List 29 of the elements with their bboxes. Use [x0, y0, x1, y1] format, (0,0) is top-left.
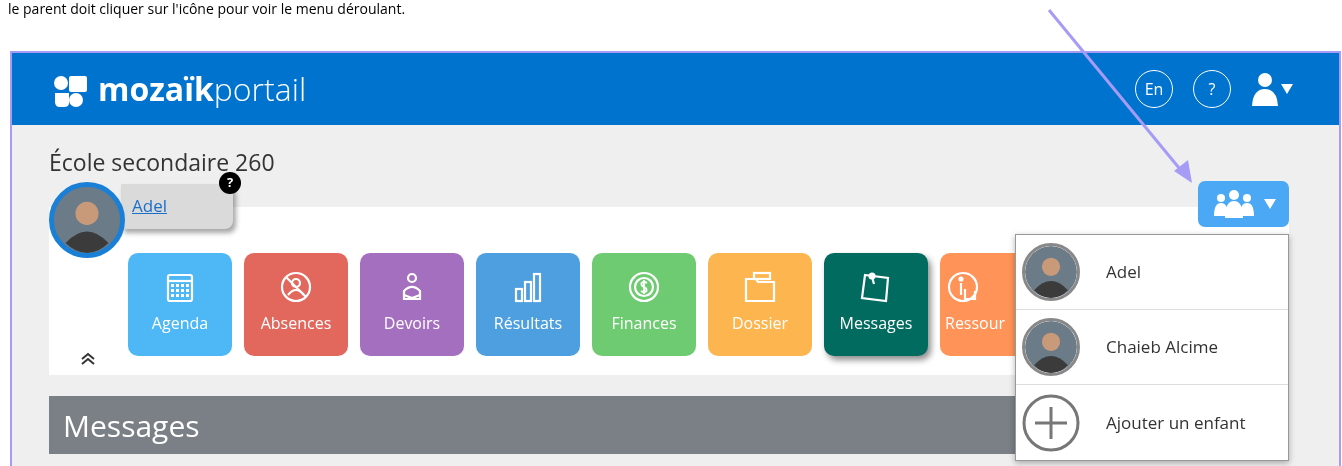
folder-icon — [742, 269, 778, 305]
section-title: Messages — [63, 403, 200, 448]
info-hand-icon — [945, 269, 981, 305]
app-tile[interactable]: Finances — [592, 253, 696, 356]
plus-circle-icon — [1022, 393, 1080, 452]
app-tile[interactable]: Agenda — [128, 253, 232, 356]
dropdown-item[interactable]: Adel — [1016, 235, 1288, 310]
group-icon — [1211, 188, 1256, 220]
app-tile[interactable]: Résultats — [476, 253, 580, 356]
collapse-icon[interactable] — [79, 352, 97, 366]
student-link[interactable]: Adel — [132, 193, 167, 219]
caption-text: le parent doit cliquer sur l'icône pour voir le menu déroulant. — [7, 0, 407, 18]
user-icon — [1251, 72, 1279, 106]
logo-text: mozaïkportail — [98, 69, 307, 109]
children-menu-button[interactable] — [1198, 181, 1289, 227]
caret-icon — [1281, 84, 1293, 94]
dropdown-item[interactable]: Ajouter un enfant — [1016, 385, 1288, 460]
app-tile[interactable]: Messages — [824, 253, 928, 356]
dropdown-item-label: Adel — [1106, 259, 1141, 285]
dropdown-item-label: Chaieb Alcime — [1106, 334, 1218, 360]
person-circle-icon — [278, 269, 314, 305]
help-badge[interactable]: ? — [219, 171, 241, 194]
app-tile[interactable]: Absences — [244, 253, 348, 356]
dropdown-item[interactable]: Chaieb Alcime — [1016, 310, 1288, 385]
app-tile[interactable]: Devoirs — [360, 253, 464, 356]
caret-icon — [1263, 199, 1276, 209]
dropdown-item-label: Ajouter un enfant — [1106, 409, 1246, 436]
user-menu-button[interactable] — [1251, 72, 1293, 106]
dollar-coin-icon — [626, 269, 662, 305]
